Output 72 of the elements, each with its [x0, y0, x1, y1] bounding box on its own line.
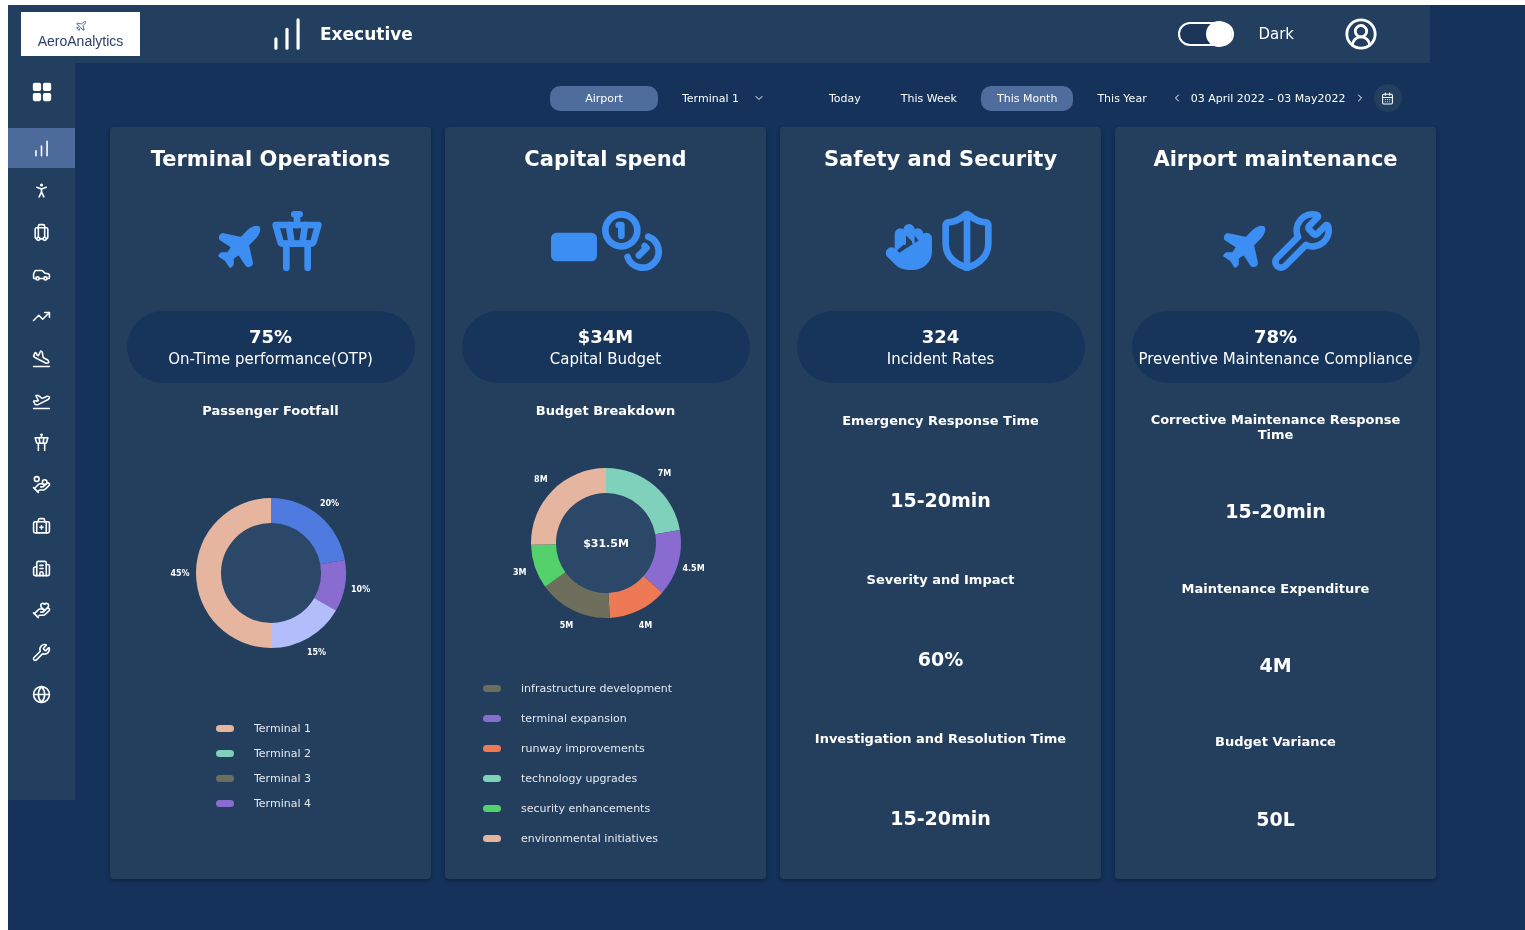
card-title: Terminal Operations	[150, 147, 391, 171]
theme-toggle[interactable]	[1178, 22, 1235, 46]
legend-label: Terminal 1	[254, 722, 311, 735]
legend-label: runway improvements	[521, 742, 645, 755]
period-tab[interactable]: This Week	[884, 85, 973, 111]
metric-label: Maintenance Expenditure	[1181, 580, 1370, 596]
metric-value: 15-20min	[1225, 500, 1326, 523]
metric-value: 50L	[1256, 807, 1295, 830]
kpi-value: $34M	[577, 326, 634, 347]
control-tower-icon	[32, 432, 51, 452]
chart-title: Passenger Footfall	[202, 403, 339, 418]
hand-coins-icon	[32, 474, 51, 494]
slice-label: 4M	[638, 621, 652, 630]
slice-label: 3M	[512, 568, 526, 577]
metric-value: 60%	[917, 647, 964, 670]
kpi-value: 78%	[1253, 326, 1298, 347]
medical-bag-icon	[32, 516, 51, 536]
plane-icon	[74, 19, 87, 32]
user-icon[interactable]	[1344, 17, 1378, 51]
slice-label: 8M	[533, 475, 548, 485]
wrench-icon	[32, 642, 51, 662]
scope-tab[interactable]: Airport	[550, 85, 658, 111]
period-tab[interactable]: This Month	[980, 85, 1074, 111]
metric-label: Investigation and Resolution Time	[814, 730, 1067, 746]
page-title: Executive	[320, 24, 413, 44]
metric-label: Budget Variance	[1215, 734, 1336, 750]
donut-total: $31.5M	[582, 537, 629, 550]
kpi-label: Preventive Maintenance Compliance	[1138, 350, 1413, 368]
logo: AeroAnalytics	[21, 12, 140, 56]
metric-value: 15-20min	[890, 489, 991, 512]
chart-title: Budget Breakdown	[535, 403, 676, 418]
terminal-dropdown[interactable]: Terminal 1	[666, 85, 781, 111]
kpi-label: On-Time performance(OTP)	[168, 350, 373, 368]
legend-label: Terminal 4	[254, 797, 311, 810]
slice-label: 20%	[319, 499, 339, 509]
period-tab[interactable]: Today	[813, 85, 877, 111]
legend-label: Terminal 2	[254, 747, 311, 760]
slice-label: 45%	[169, 569, 190, 578]
chart-icon	[32, 138, 51, 158]
metric-label: Severity and Impact	[866, 572, 1015, 588]
theme-label: Dark	[1258, 25, 1294, 43]
slice-label: 7M	[657, 469, 671, 479]
legend-label: security enhancements	[521, 802, 651, 815]
slice-label: 5M	[559, 621, 573, 630]
card-title: Safety and Security	[823, 147, 1058, 171]
calendar-icon	[1381, 91, 1394, 105]
metric-value: 15-20min	[890, 806, 991, 829]
legend-label: infrastructure development	[521, 682, 673, 695]
metric-label: Corrective Maintenance Response Time	[1149, 412, 1402, 443]
legend-label: terminal expansion	[521, 712, 627, 725]
hand-heart-icon	[32, 600, 51, 620]
kpi-label: Incident Rates	[886, 350, 995, 368]
globe-icon	[32, 684, 51, 704]
kpi-value: 75%	[248, 326, 293, 347]
plane-landing-icon	[32, 348, 51, 368]
metric-value: 4M	[1259, 654, 1292, 677]
luggage-icon	[32, 222, 51, 242]
legend-label: Terminal 3	[254, 772, 311, 785]
calendar-button[interactable]	[1373, 84, 1402, 112]
kpi-value: 324	[921, 326, 960, 347]
period-tab[interactable]: This Year	[1081, 85, 1163, 111]
legend-label: environmental initiatives	[521, 832, 658, 845]
legend-label: technology upgrades	[521, 772, 638, 785]
building-icon	[32, 558, 51, 578]
kpi-label: Capital Budget	[549, 350, 662, 368]
slice-label: 15%	[306, 647, 326, 657]
card-title: Airport maintenance	[1153, 147, 1398, 171]
metric-label: Emergency Response Time	[842, 413, 1039, 429]
date-range: 03 April 2022 – 03 May2022	[1190, 91, 1346, 105]
slice-label: 4.5M	[682, 563, 705, 573]
slice-label: 10%	[350, 584, 370, 594]
card-title: Capital spend	[524, 147, 687, 171]
